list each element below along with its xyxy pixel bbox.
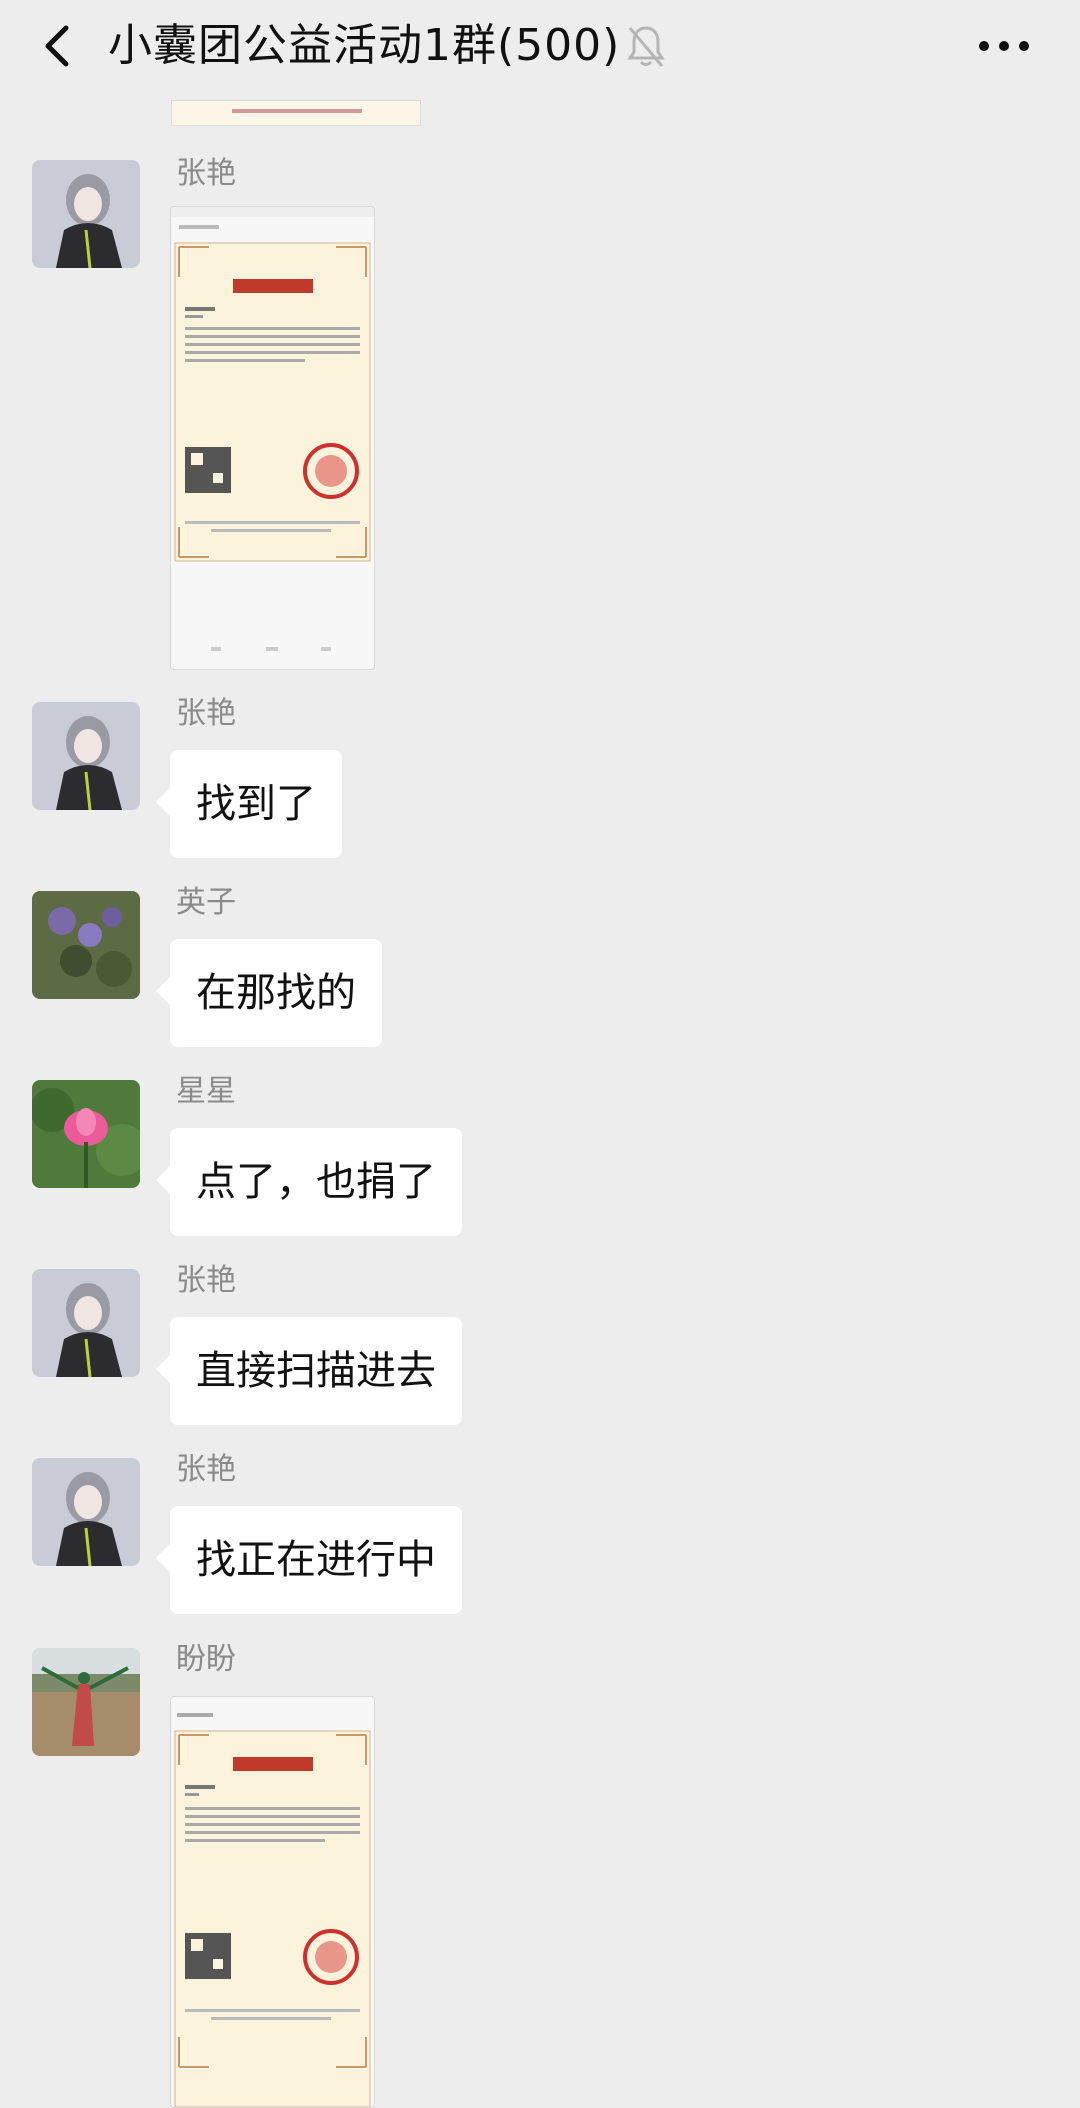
avatar-purple-flowers[interactable] xyxy=(32,891,140,999)
sender-name: 盼盼 xyxy=(176,1642,236,1677)
avatar-anime-girl[interactable] xyxy=(32,160,140,268)
message-bubble[interactable]: 在那找的 xyxy=(156,939,382,1047)
avatar-beach-photo[interactable] xyxy=(32,1648,140,1756)
message-bubble[interactable]: 找到了 xyxy=(156,750,342,858)
certificate-image[interactable] xyxy=(170,206,375,670)
sender-name: 张艳 xyxy=(176,1263,236,1298)
message-bubble[interactable]: 找正在进行中 xyxy=(156,1506,462,1614)
bell-off-icon xyxy=(626,22,666,70)
ellipsis-icon xyxy=(979,41,1029,51)
sender-name: 张艳 xyxy=(176,696,236,731)
avatar-lotus[interactable] xyxy=(32,1080,140,1188)
previous-image-fragment[interactable] xyxy=(171,100,421,126)
chat-title: 小囊团公益活动1群(500) xyxy=(108,20,621,71)
sender-name: 张艳 xyxy=(176,1452,236,1487)
avatar-anime-girl[interactable] xyxy=(32,1269,140,1377)
sender-name: 星星 xyxy=(176,1074,236,1109)
message-bubble[interactable]: 直接扫描进去 xyxy=(156,1317,462,1425)
back-button[interactable] xyxy=(32,18,88,74)
sender-name: 张艳 xyxy=(176,156,236,191)
avatar-anime-girl[interactable] xyxy=(32,702,140,810)
certificate-image[interactable] xyxy=(170,1696,375,2108)
sender-name: 英子 xyxy=(176,885,236,920)
chevron-left-icon xyxy=(45,25,69,67)
avatar-anime-girl[interactable] xyxy=(32,1458,140,1566)
more-button[interactable] xyxy=(974,18,1034,74)
message-bubble[interactable]: 点了，也捐了 xyxy=(156,1128,462,1236)
chat-header: 小囊团公益活动1群(500) xyxy=(0,0,1080,96)
